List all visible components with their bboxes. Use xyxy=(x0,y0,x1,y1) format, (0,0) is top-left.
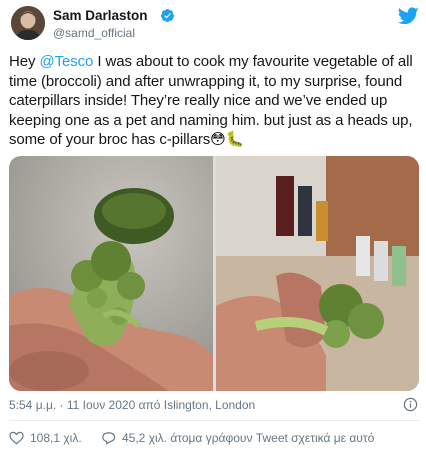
reply-bubble-icon xyxy=(102,432,116,445)
tweet-card: Sam Darlaston @samd_official Hey @Tesco … xyxy=(0,0,426,453)
reply-button[interactable]: 45,2 χιλ. άτομα γράφουν Tweet σχετικά με… xyxy=(101,431,374,445)
user-handle[interactable]: @samd_official xyxy=(53,26,135,40)
info-icon[interactable] xyxy=(403,397,418,412)
emoji: 😳🐛 xyxy=(210,131,245,148)
tweet-timestamp[interactable]: 5:54 μ.μ. · 11 Ιουν 2020 από Islington, … xyxy=(9,398,255,412)
tweet-text: Hey @Tesco I was about to cook my favour… xyxy=(9,52,419,150)
broccoli-photo-left[interactable] xyxy=(9,156,213,391)
media-grid xyxy=(9,156,419,391)
avatar[interactable] xyxy=(11,6,45,40)
tweet-text-start: Hey xyxy=(9,53,40,70)
twitter-bird-icon[interactable] xyxy=(398,7,419,25)
verified-badge-icon xyxy=(160,8,175,23)
divider xyxy=(9,420,419,421)
broccoli-photo-right[interactable] xyxy=(216,156,419,391)
heart-icon xyxy=(9,431,24,445)
display-name[interactable]: Sam Darlaston xyxy=(53,8,148,23)
mention-link[interactable]: @Tesco xyxy=(39,53,93,70)
reply-count: 45,2 χιλ. άτομα γράφουν Tweet σχετικά με… xyxy=(122,431,375,445)
like-count: 108,1 χιλ. xyxy=(30,431,82,445)
like-button[interactable]: 108,1 χιλ. xyxy=(9,431,82,445)
